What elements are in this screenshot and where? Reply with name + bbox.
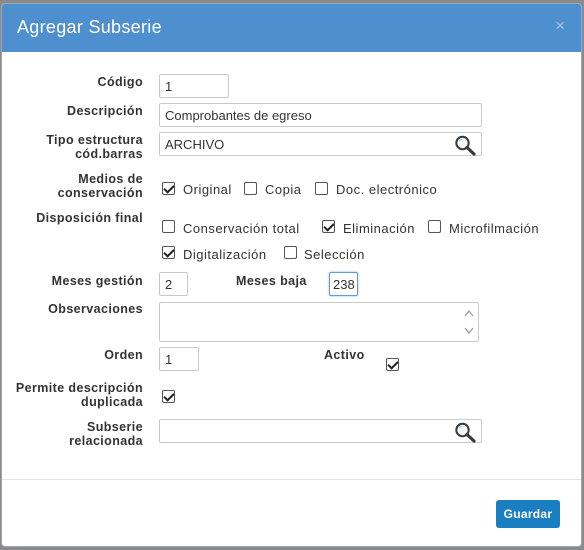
footer-divider [2,479,581,480]
subserie-relacionada-input[interactable] [159,419,482,443]
conservacion-total-checkbox[interactable] [162,220,175,233]
doc-electronico-label: Doc. electrónico [336,182,438,197]
tipo-estructura-input[interactable]: ARCHIVO [159,132,482,156]
activo-checkbox[interactable] [386,358,399,371]
tipo-estructura-label: Tipo estructura cód.barras [22,133,143,161]
meses-gestion-label: Meses gestión [51,274,143,288]
scroll-up-icon[interactable] [464,309,474,317]
subserie-relacionada-label: Subserie relacionada [22,420,143,448]
disposicion-label: Disposición final [36,211,143,225]
meses-gestion-input[interactable]: 2 [159,272,188,296]
observaciones-textarea[interactable] [159,302,479,342]
microfilmacion-checkbox[interactable] [428,220,441,233]
activo-label: Activo [324,348,365,362]
eliminacion-checkbox[interactable] [322,220,335,233]
codigo-input[interactable]: 1 [159,74,229,98]
save-button[interactable]: Guardar [496,500,560,528]
original-label: Original [183,182,232,197]
digitalizacion-label: Digitalización [183,247,267,262]
scroll-down-icon[interactable] [464,327,474,335]
subserie-relacionada-label-line2: relacionada [69,434,143,448]
search-icon[interactable] [453,134,477,156]
codigo-label: Código [97,75,143,89]
digitalizacion-checkbox[interactable] [162,246,175,259]
medios-label-line1: Medios de [78,172,143,186]
close-icon[interactable]: × [555,16,565,36]
add-subseries-dialog: Agregar Subserie × Código 1 Descripción … [1,3,582,547]
permite-descripcion-label: Permite descripción duplicada [4,381,143,409]
dialog-header: Agregar Subserie × [2,4,581,52]
tipo-estructura-value: ARCHIVO [165,137,225,152]
permite-descripcion-label-line1: Permite descripción [15,381,143,395]
tipo-estructura-label-line2: cód.barras [75,147,143,161]
permite-descripcion-checkbox[interactable] [162,390,175,403]
microfilmacion-label: Microfilmación [449,221,540,236]
search-icon[interactable] [453,421,477,443]
doc-electronico-checkbox[interactable] [315,182,328,195]
eliminacion-label: Eliminación [343,221,415,236]
meses-baja-input[interactable]: 238 [329,272,358,296]
seleccion-label: Selección [304,247,365,262]
conservacion-total-label: Conservación total [183,221,300,236]
observaciones-label: Observaciones [48,302,143,316]
permite-descripcion-label-line2: duplicada [81,395,143,409]
original-checkbox[interactable] [162,182,175,195]
copia-label: Copia [265,182,302,197]
copia-checkbox[interactable] [244,182,257,195]
descripcion-label: Descripción [67,104,143,118]
orden-input[interactable]: 1 [159,347,199,371]
subserie-relacionada-label-line1: Subserie [86,420,143,434]
medios-label: Medios de conservación [22,172,143,200]
seleccion-checkbox[interactable] [284,246,297,259]
orden-label: Orden [104,348,143,362]
tipo-estructura-label-line1: Tipo estructura [46,133,143,147]
descripcion-input[interactable]: Comprobantes de egreso [159,103,482,127]
meses-baja-label: Meses baja [236,274,307,288]
dialog-title: Agregar Subserie [17,17,162,37]
medios-label-line2: conservación [57,186,143,200]
